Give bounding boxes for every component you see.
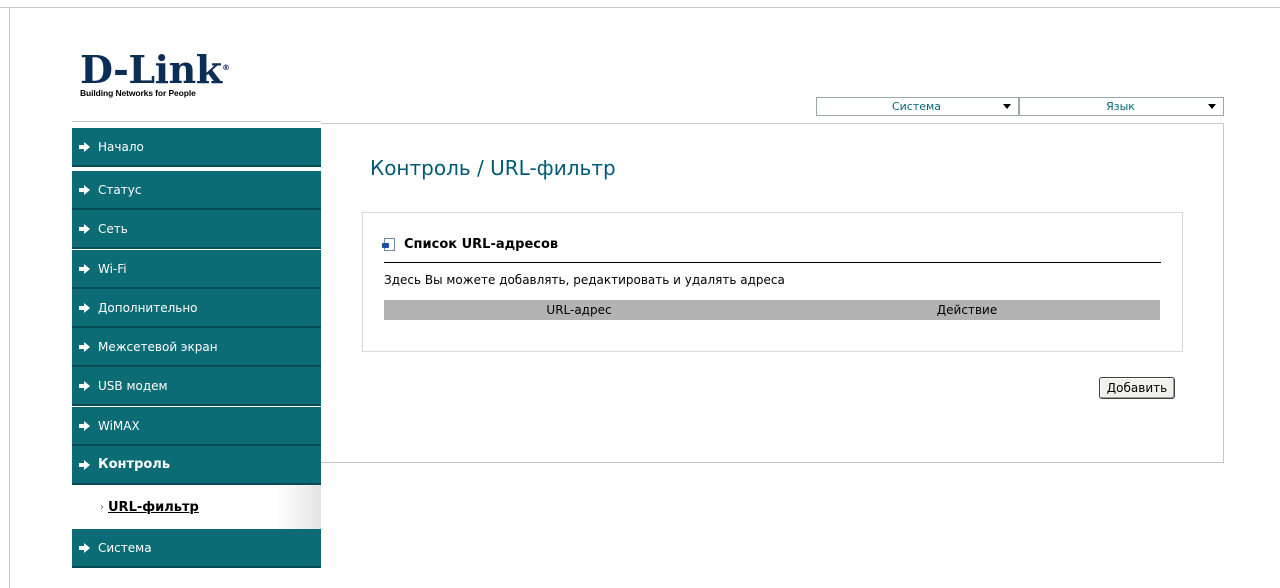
system-select-label: Система xyxy=(891,100,942,113)
column-header-url: URL-адрес xyxy=(546,303,612,317)
sidebar-item-status[interactable]: Статус xyxy=(72,171,321,210)
language-select[interactable]: Язык xyxy=(1019,97,1224,116)
sidebar-item-label: Межсетевой экран xyxy=(98,339,218,354)
sidebar-item-label: Статус xyxy=(98,182,142,197)
arrow-right-icon xyxy=(72,341,98,352)
sidebar-subitem-label[interactable]: URL-фильтр xyxy=(108,500,199,515)
sidebar-item-control[interactable]: Контроль xyxy=(72,446,321,485)
section-description: Здесь Вы можете добавлять, редактировать… xyxy=(384,273,785,287)
registered-mark: ® xyxy=(222,63,230,72)
sidebar-item-label: USB модем xyxy=(98,378,168,393)
sidebar-subitem-url-filter[interactable]: › URL-фильтр xyxy=(72,485,321,529)
logo-text: D-Link xyxy=(80,47,222,92)
content-panel: Контроль / URL-фильтр Список URL-адресов… xyxy=(321,123,1224,463)
sidebar-item-advanced[interactable]: Дополнительно xyxy=(72,289,321,328)
section-header: Список URL-адресов xyxy=(382,237,559,252)
arrow-right-icon xyxy=(72,302,98,313)
sidebar-item-label: Wi-Fi xyxy=(98,261,127,276)
arrow-right-icon xyxy=(72,420,98,431)
arrow-right-icon xyxy=(72,141,98,152)
section-divider xyxy=(384,262,1161,263)
dlink-logo: D-Link ® Building Networks for People xyxy=(80,51,230,99)
sidebar-item-usb-modem[interactable]: USB модем xyxy=(72,367,321,406)
arrow-right-icon xyxy=(72,380,98,391)
sidebar-item-wimax[interactable]: WiMAX xyxy=(72,407,321,446)
arrow-right-icon xyxy=(72,263,98,274)
system-select[interactable]: Система xyxy=(816,97,1019,116)
arrow-right-icon xyxy=(72,542,98,553)
chevron-down-icon xyxy=(996,104,1018,109)
sidebar-item-system[interactable]: Система xyxy=(72,529,321,568)
sidebar-item-firewall[interactable]: Межсетевой экран xyxy=(72,328,321,367)
sidebar-item-home[interactable]: Начало xyxy=(72,128,321,167)
arrow-right-icon xyxy=(72,184,98,195)
bullet-icon: › xyxy=(100,501,104,513)
logo-wordmark: D-Link ® xyxy=(80,51,230,89)
sidebar-top-edge xyxy=(72,121,321,125)
section-title: Список URL-адресов xyxy=(404,237,559,252)
sidebar-item-network[interactable]: Сеть xyxy=(72,210,321,249)
table-header: URL-адрес Действие xyxy=(384,300,1160,320)
sidebar-item-label: Контроль xyxy=(98,457,171,472)
top-border xyxy=(0,0,1280,8)
sidebar-item-label: Начало xyxy=(98,139,144,154)
page-title: Контроль / URL-фильтр xyxy=(370,156,616,180)
document-icon xyxy=(382,238,395,251)
column-header-action: Действие xyxy=(936,303,998,317)
url-list-section: Список URL-адресов Здесь Вы можете добав… xyxy=(362,212,1183,352)
language-select-label: Язык xyxy=(1106,100,1135,113)
chevron-down-icon xyxy=(1201,104,1223,109)
add-button[interactable]: Добавить xyxy=(1099,377,1175,399)
arrow-right-icon xyxy=(72,223,98,234)
left-border xyxy=(9,8,10,588)
sidebar-item-label: WiMAX xyxy=(98,418,140,433)
sidebar-item-wifi[interactable]: Wi-Fi xyxy=(72,250,321,289)
sidebar-item-label: Сеть xyxy=(98,221,128,236)
sidebar-item-label: Дополнительно xyxy=(98,300,198,315)
arrow-right-icon xyxy=(72,459,98,470)
sidebar-item-label: Система xyxy=(98,540,152,555)
